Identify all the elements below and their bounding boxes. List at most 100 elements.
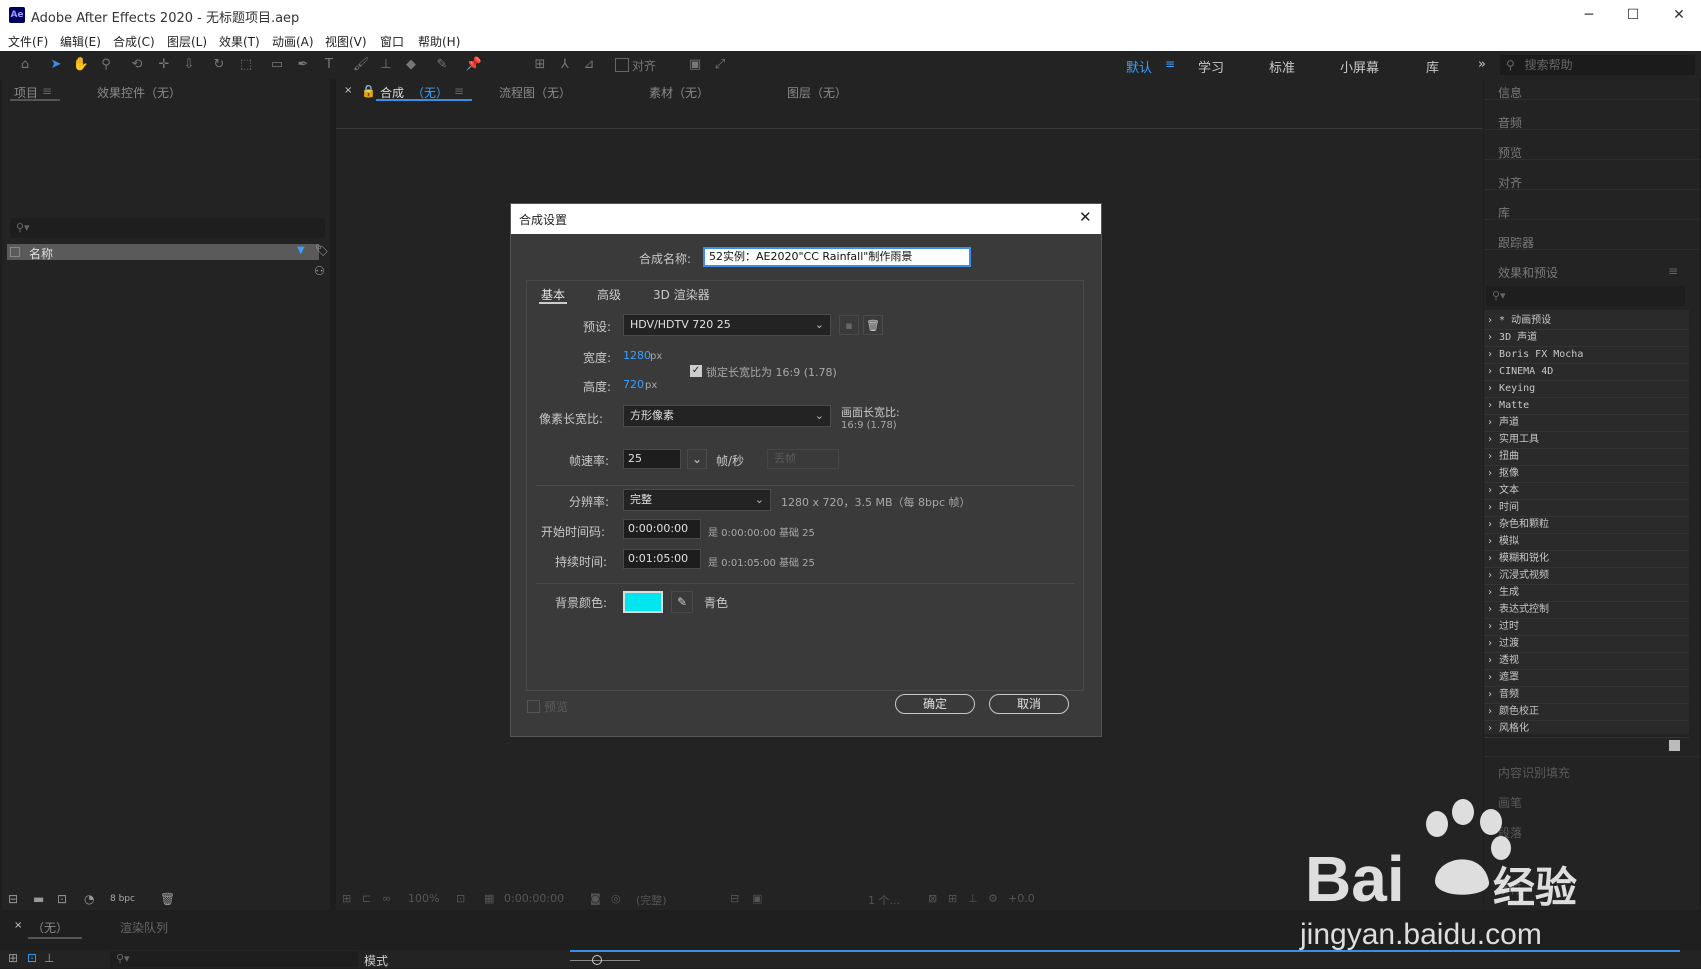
effects-category-item[interactable]: › 颜色校正	[1487, 704, 1687, 720]
zoom-dropdown[interactable]: 100%	[408, 892, 439, 905]
effects-category-item[interactable]: › 过时	[1487, 619, 1687, 635]
tab-render-queue[interactable]: 渲染队列	[120, 919, 168, 936]
panel-menu-icon[interactable]: ≡	[454, 84, 464, 98]
workspace-default[interactable]: 默认	[1126, 57, 1152, 76]
local-axis-icon[interactable]: ⊞	[531, 56, 549, 74]
duration-input[interactable]: 0:01:05:00	[623, 549, 701, 569]
show-snapshot-icon[interactable]: ◎	[611, 892, 621, 905]
effects-category-item[interactable]: › 3D 声道	[1487, 330, 1687, 346]
effects-category-item[interactable]: › 表达式控制	[1487, 602, 1687, 618]
background-color-swatch[interactable]	[623, 591, 663, 613]
minimize-button[interactable]: ─	[1574, 4, 1604, 26]
height-value[interactable]: 720	[623, 378, 644, 391]
world-axis-icon[interactable]: ⅄	[556, 56, 574, 74]
roto-brush-icon[interactable]: ✎	[433, 56, 451, 74]
align-checkbox[interactable]	[615, 58, 629, 72]
camera-icon[interactable]: ◙	[590, 892, 601, 905]
hide-shy-icon[interactable]: ⊥	[44, 951, 54, 965]
fit-icon[interactable]: ⊡	[456, 892, 465, 905]
effects-category-item[interactable]: › Keying	[1487, 381, 1687, 397]
move-camera-icon[interactable]: ✛	[155, 56, 173, 74]
effects-category-item[interactable]: › CINEMA 4D	[1487, 364, 1687, 380]
close-tab-icon[interactable]: ×	[344, 85, 352, 96]
menu-file[interactable]: 文件(F)	[8, 33, 48, 50]
panel-content-aware-fill[interactable]: 内容识别填充	[1498, 764, 1570, 781]
resolution-select[interactable]: 完整 ⌄	[623, 489, 771, 511]
flowchart-icon[interactable]: ⊥	[968, 892, 978, 905]
pixel-aspect-select[interactable]: 方形像素 ⌄	[623, 405, 831, 427]
effects-category-item[interactable]: › * 动画预设	[1487, 313, 1687, 329]
workspace-learn[interactable]: 学习	[1198, 57, 1224, 76]
workspace-standard[interactable]: 标准	[1269, 57, 1295, 76]
tab-effect-controls[interactable]: 效果控件（无）	[97, 84, 181, 101]
dolly-camera-icon[interactable]: ⇩	[180, 56, 198, 74]
dialog-close-icon[interactable]: ✕	[1079, 208, 1092, 226]
comp-name-input[interactable]: 52实例：AE2020"CC Rainfall"制作雨景	[703, 247, 971, 267]
tab-footage[interactable]: 素材（无）	[649, 84, 709, 101]
effects-category-item[interactable]: › 遮罩	[1487, 670, 1687, 686]
selection-tool-icon[interactable]: ➤	[47, 56, 65, 74]
zoom-slider-handle[interactable]	[592, 955, 602, 965]
ok-button[interactable]: 确定	[895, 694, 975, 714]
cancel-button[interactable]: 取消	[989, 694, 1069, 714]
effects-category-item[interactable]: › 模拟	[1487, 534, 1687, 550]
tab-flowchart[interactable]: 流程图（无）	[499, 84, 571, 101]
lock-aspect-checkbox[interactable]: ✓	[690, 365, 702, 377]
grid-icon[interactable]: ▦	[484, 892, 494, 905]
effects-category-item[interactable]: › 过渡	[1487, 636, 1687, 652]
flowchart-icon[interactable]: ⚇	[314, 264, 325, 278]
effects-category-item[interactable]: › 时间	[1487, 500, 1687, 516]
interpret-footage-icon[interactable]: ⊟	[8, 892, 18, 906]
effects-category-item[interactable]: › 生成	[1487, 585, 1687, 601]
exposure-value[interactable]: +0.0	[1008, 892, 1035, 905]
reset-exposure-icon[interactable]: ⚙	[988, 892, 998, 905]
sort-arrow-icon[interactable]: ▼	[297, 245, 305, 256]
trash-icon[interactable]: 🗑	[160, 892, 175, 906]
effects-category-item[interactable]: › 沉浸式视频	[1487, 568, 1687, 584]
effects-category-item[interactable]: › 音频	[1487, 687, 1687, 703]
menu-edit[interactable]: 编辑(E)	[60, 33, 101, 50]
tab-3d-renderer[interactable]: 3D 渲染器	[653, 286, 710, 303]
menu-window[interactable]: 窗口	[380, 33, 404, 50]
time-display[interactable]: 0:00:00:00	[504, 892, 564, 905]
views-dropdown[interactable]: 1 个...	[868, 892, 900, 908]
pan-behind-icon[interactable]: ⬚	[237, 56, 255, 74]
effects-category-item[interactable]: › 实用工具	[1487, 432, 1687, 448]
tab-advanced[interactable]: 高级	[597, 286, 621, 303]
effects-category-item[interactable]: › Matte	[1487, 398, 1687, 414]
effects-category-item[interactable]: › 模糊和锐化	[1487, 551, 1687, 567]
rectangle-tool-icon[interactable]: ▭	[268, 56, 286, 74]
effects-search-input[interactable]: ⚲▾	[1486, 286, 1685, 306]
pen-tool-icon[interactable]: ✒	[294, 56, 312, 74]
tab-basic[interactable]: 基本	[541, 286, 565, 303]
panel-menu-icon[interactable]: ≡	[42, 84, 52, 98]
timeline-search-input[interactable]: ⚲▾	[110, 951, 358, 967]
maximize-button[interactable]: ☐	[1618, 4, 1648, 26]
draft-3d-icon[interactable]: ⊡	[27, 951, 37, 965]
effects-category-item[interactable]: › 扭曲	[1487, 449, 1687, 465]
puppet-pin-icon[interactable]: 📌	[465, 56, 483, 74]
tab-timeline-none[interactable]: （无）	[32, 919, 68, 936]
preview-checkbox[interactable]	[527, 700, 540, 713]
glasses-icon[interactable]: ∞	[382, 892, 391, 905]
width-value[interactable]: 1280	[623, 349, 651, 362]
workspace-menu-icon[interactable]: ≡	[1165, 57, 1175, 71]
frame-rate-input[interactable]: 25	[623, 449, 681, 469]
workspace-libraries[interactable]: 库	[1426, 57, 1439, 76]
fast-preview-icon[interactable]: ⊠	[928, 892, 937, 905]
rotation-tool-icon[interactable]: ↻	[210, 56, 228, 74]
column-name[interactable]: 名称	[29, 245, 53, 262]
vr-icon[interactable]: ⊏	[362, 892, 371, 905]
type-tool-icon[interactable]: T	[320, 56, 338, 74]
effects-category-item[interactable]: › 透视	[1487, 653, 1687, 669]
effects-category-item[interactable]: › 风格化	[1487, 721, 1687, 737]
hand-tool-icon[interactable]: ✋	[72, 56, 90, 74]
snap-options-icon[interactable]: ⤢	[711, 56, 729, 74]
start-timecode-input[interactable]: 0:00:00:00	[623, 519, 701, 539]
comp-mini-flowchart-icon[interactable]: ⊞	[8, 951, 18, 965]
more-workspaces-icon[interactable]: »	[1478, 57, 1486, 72]
new-preset-icon[interactable]	[1669, 740, 1680, 751]
eyedropper-icon[interactable]: ✎	[671, 591, 693, 613]
always-preview-icon[interactable]: ⊞	[342, 892, 351, 905]
clone-stamp-icon[interactable]: ⊥	[377, 56, 395, 74]
